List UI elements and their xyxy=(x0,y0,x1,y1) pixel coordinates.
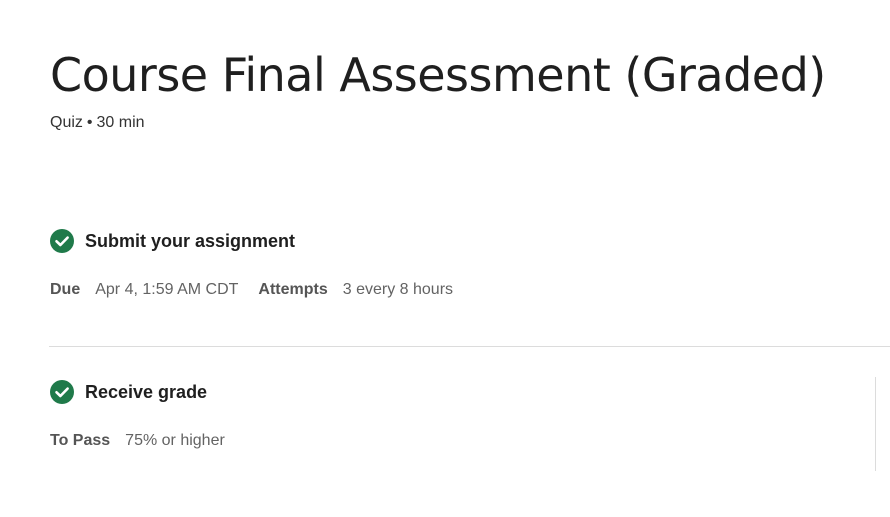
check-circle-icon xyxy=(50,229,74,253)
to-pass-value: 75% or higher xyxy=(125,432,225,449)
receive-grade-section: Receive grade To Pass 75% or higher xyxy=(50,379,245,452)
receive-grade-title: Receive grade xyxy=(85,381,208,402)
check-circle-icon xyxy=(50,380,74,404)
attempts-label: Attempts xyxy=(258,281,328,298)
submit-details: Due Apr 4, 1:59 AM CDT Attempts 3 every … xyxy=(50,279,473,301)
side-panel-border xyxy=(875,377,876,471)
assessment-meta: Quiz • 30 min xyxy=(50,112,145,134)
to-pass-label: To Pass xyxy=(50,432,111,449)
section-divider xyxy=(49,346,890,347)
due-label: Due xyxy=(50,281,81,298)
attempts-value: 3 every 8 hours xyxy=(342,281,454,298)
page-title: Course Final Assessment (Graded) xyxy=(50,48,826,102)
due-value: Apr 4, 1:59 AM CDT xyxy=(95,281,239,298)
submit-assignment-title: Submit your assignment xyxy=(85,230,296,251)
meta-separator: • xyxy=(86,114,93,131)
assessment-type: Quiz xyxy=(50,114,83,131)
assessment-duration: 30 min xyxy=(96,114,145,131)
grade-details: To Pass 75% or higher xyxy=(50,430,245,452)
submit-assignment-section: Submit your assignment Due Apr 4, 1:59 A… xyxy=(50,228,473,301)
receive-grade-header: Receive grade xyxy=(50,379,245,405)
submit-assignment-header: Submit your assignment xyxy=(50,228,473,254)
